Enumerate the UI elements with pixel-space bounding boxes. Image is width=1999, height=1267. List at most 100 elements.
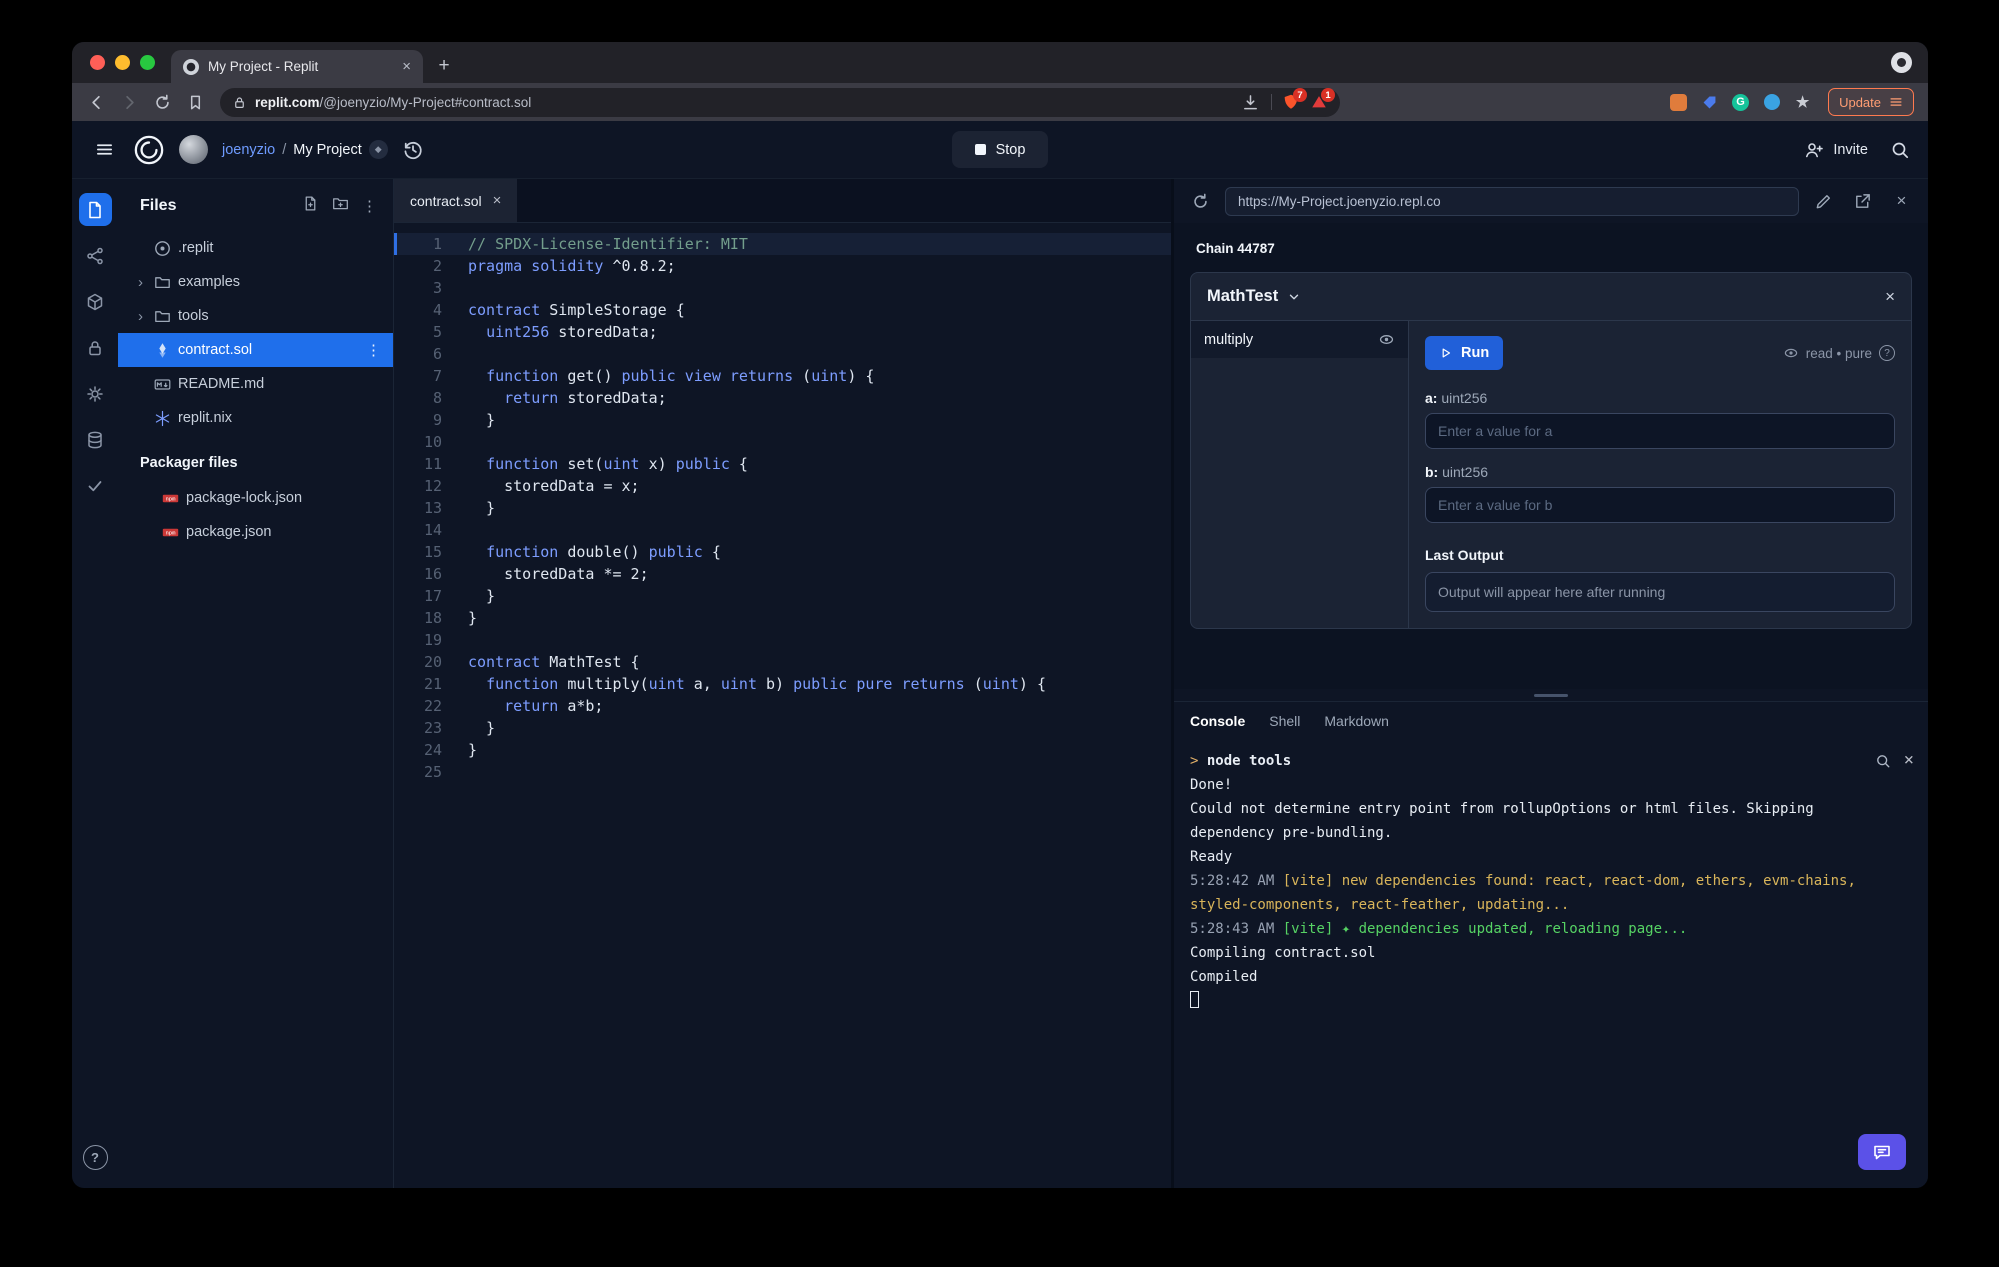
tool-version-control[interactable]	[79, 239, 112, 272]
contract-card-title[interactable]: MathTest	[1207, 287, 1278, 306]
code-line[interactable]: 22 return a*b;	[394, 695, 1171, 717]
code-line[interactable]: 7 function get() public view returns (ui…	[394, 365, 1171, 387]
console-tab-markdown[interactable]: Markdown	[1324, 713, 1389, 729]
code-line[interactable]: 13 }	[394, 497, 1171, 519]
open-in-new-tab-icon[interactable]	[1848, 187, 1877, 216]
invite-button[interactable]: Invite	[1804, 140, 1868, 160]
new-folder-icon[interactable]	[332, 195, 349, 217]
file-row[interactable]: npm package.json	[118, 515, 393, 549]
bookmark-icon[interactable]	[181, 88, 210, 117]
avatar[interactable]	[179, 135, 208, 164]
file-row[interactable]: replit.nix	[118, 401, 393, 435]
code-line[interactable]: 10	[394, 431, 1171, 453]
code-line[interactable]: 19	[394, 629, 1171, 651]
code-line[interactable]: 17 }	[394, 585, 1171, 607]
history-icon[interactable]	[402, 139, 424, 161]
code-line[interactable]: 3	[394, 277, 1171, 299]
code-line[interactable]: 1// SPDX-License-Identifier: MIT	[394, 233, 1171, 255]
tool-secrets[interactable]	[79, 331, 112, 364]
breadcrumb-project[interactable]: My Project	[293, 142, 362, 158]
breadcrumb-username[interactable]: joenyzio	[222, 142, 275, 158]
extension-tag-icon[interactable]	[1700, 93, 1719, 112]
extension-grammarly-icon[interactable]: G	[1731, 93, 1750, 112]
hamburger-menu-icon[interactable]	[90, 135, 119, 164]
tool-files[interactable]	[78, 193, 112, 226]
code-line[interactable]: 11 function set(uint x) public {	[394, 453, 1171, 475]
code-line[interactable]: 12 storedData = x;	[394, 475, 1171, 497]
browser-tab[interactable]: My Project - Replit ×	[171, 50, 423, 83]
code-line[interactable]: 9 }	[394, 409, 1171, 431]
console-tab-console[interactable]: Console	[1190, 713, 1245, 729]
console-search-icon[interactable]	[1875, 753, 1891, 769]
code-line[interactable]: 23 }	[394, 717, 1171, 739]
reload-button[interactable]	[148, 88, 177, 117]
webview-refresh-icon[interactable]	[1186, 187, 1215, 216]
browser-profile-icon[interactable]	[1891, 52, 1912, 73]
code-line[interactable]: 21 function multiply(uint a, uint b) pub…	[394, 673, 1171, 695]
chat-button[interactable]	[1858, 1134, 1906, 1170]
extension-teal-icon[interactable]	[1762, 93, 1781, 112]
minimize-window-button[interactable]	[115, 55, 130, 70]
replit-logo-icon[interactable]	[133, 134, 165, 166]
code-line[interactable]: 8 return storedData;	[394, 387, 1171, 409]
eye-icon[interactable]	[1378, 331, 1395, 348]
code-line[interactable]: 6	[394, 343, 1171, 365]
extension-orange-icon[interactable]	[1669, 93, 1688, 112]
run-button[interactable]: Run	[1425, 336, 1504, 370]
update-button[interactable]: Update	[1828, 88, 1914, 116]
webview-url-input[interactable]: https://My-Project.joenyzio.repl.co	[1225, 186, 1799, 216]
extensions-star-icon[interactable]: ★	[1793, 93, 1812, 112]
param-a-input[interactable]	[1425, 413, 1895, 449]
tool-settings[interactable]	[79, 377, 112, 410]
resize-handle[interactable]	[1534, 693, 1568, 697]
download-icon[interactable]	[1239, 91, 1261, 113]
search-icon[interactable]	[1890, 140, 1910, 160]
file-row[interactable]: › tools	[118, 299, 393, 333]
console-clear-icon[interactable]: ×	[1904, 752, 1914, 769]
back-button[interactable]	[82, 88, 111, 117]
contract-card-close-icon[interactable]: ×	[1885, 287, 1895, 307]
code-line[interactable]: 25	[394, 761, 1171, 783]
tab-close-icon[interactable]: ×	[402, 59, 411, 74]
code-line[interactable]: 5 uint256 storedData;	[394, 321, 1171, 343]
file-row[interactable]: .replit	[118, 231, 393, 265]
tool-packages[interactable]	[79, 285, 112, 318]
code-line[interactable]: 24}	[394, 739, 1171, 761]
file-row[interactable]: npm package-lock.json	[118, 481, 393, 515]
brave-shield-icon[interactable]: 7	[1282, 88, 1307, 111]
file-kebab-icon[interactable]: ⋮	[366, 341, 381, 359]
webview-close-icon[interactable]: ×	[1887, 187, 1916, 216]
panel-resize-divider[interactable]	[1174, 689, 1928, 701]
new-tab-button[interactable]: +	[429, 51, 459, 81]
code-line[interactable]: 4 contract SimpleStorage {	[394, 299, 1171, 321]
console-tab-shell[interactable]: Shell	[1269, 713, 1300, 729]
editor-tab[interactable]: contract.sol ×	[394, 179, 518, 222]
new-file-icon[interactable]	[302, 195, 319, 217]
code-line[interactable]: 18}	[394, 607, 1171, 629]
modifiers-help-icon[interactable]: ?	[1879, 345, 1895, 361]
editor-tab-close-icon[interactable]: ×	[493, 193, 502, 208]
url-bar[interactable]: replit.com/@joenyzio/My-Project#contract…	[220, 87, 1340, 117]
code-line[interactable]: 2 pragma solidity ^0.8.2;	[394, 255, 1171, 277]
code-line[interactable]: 15 function double() public {	[394, 541, 1171, 563]
code-editor[interactable]: 1// SPDX-License-Identifier: MIT 2 pragma …	[394, 223, 1171, 1188]
file-row[interactable]: README.md	[118, 367, 393, 401]
code-line[interactable]: 20 contract MathTest {	[394, 651, 1171, 673]
files-menu-kebab-icon[interactable]: ⋮	[362, 199, 377, 214]
method-row-multiply[interactable]: multiply	[1191, 321, 1408, 358]
code-line[interactable]: 16 storedData *= 2;	[394, 563, 1171, 585]
tool-database[interactable]	[79, 423, 112, 456]
close-window-button[interactable]	[90, 55, 105, 70]
tool-checks[interactable]	[79, 469, 112, 502]
code-line[interactable]: 14	[394, 519, 1171, 541]
webview-edit-icon[interactable]	[1809, 187, 1838, 216]
file-row[interactable]: › examples	[118, 265, 393, 299]
file-row[interactable]: contract.sol ⋮	[118, 333, 393, 367]
help-icon[interactable]: ?	[82, 1145, 108, 1170]
stop-button[interactable]: Stop	[952, 131, 1048, 168]
privacy-badge[interactable]: ◆	[368, 140, 388, 159]
forward-button[interactable]	[115, 88, 144, 117]
chevron-down-icon[interactable]	[1287, 290, 1301, 304]
alert-icon[interactable]: 1	[1310, 88, 1335, 111]
maximize-window-button[interactable]	[140, 55, 155, 70]
